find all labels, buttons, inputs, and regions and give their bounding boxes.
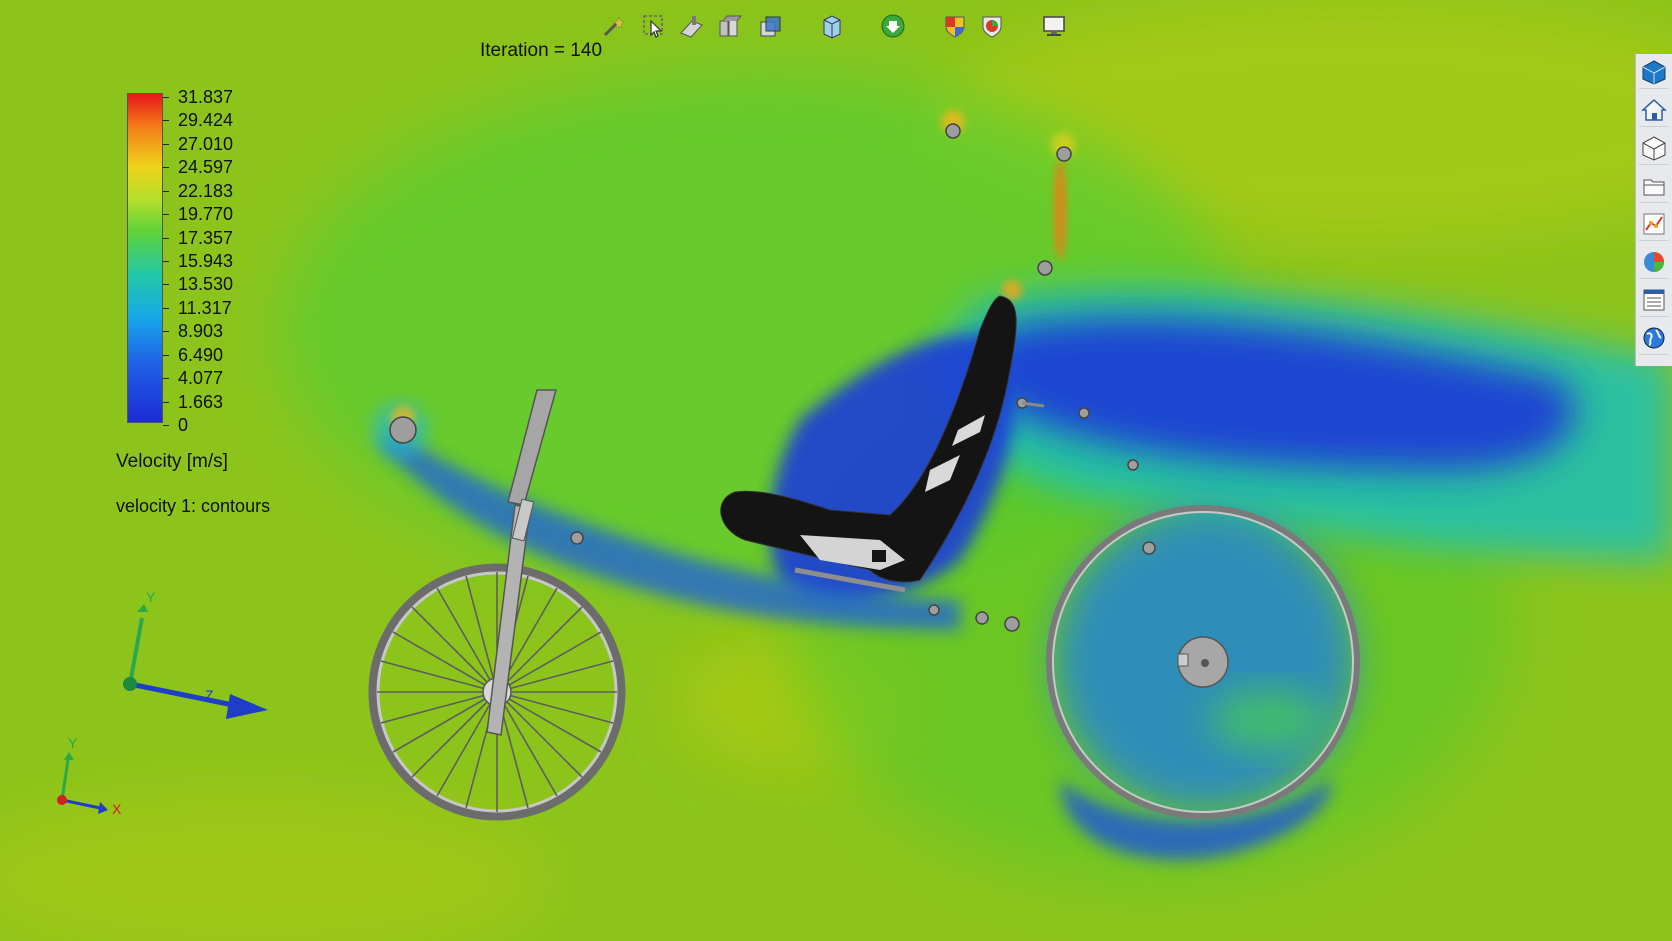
legend-tick-mark xyxy=(163,378,169,379)
legend-tick-mark xyxy=(163,425,169,426)
display-icon[interactable] xyxy=(1040,12,1068,40)
graph-icon[interactable] xyxy=(1639,208,1669,241)
legend-tick-mark xyxy=(163,402,169,403)
right-toolbar xyxy=(1635,54,1672,366)
legend-tick-label: 17.357 xyxy=(178,228,234,248)
legend-tick-label: 11.317 xyxy=(178,298,232,318)
legend-tick-mark xyxy=(163,97,169,98)
chart-badge-icon[interactable] xyxy=(978,12,1006,40)
legend-tick-label: 13.530 xyxy=(178,274,234,294)
legend-tick-mark xyxy=(163,261,169,262)
download-icon[interactable] xyxy=(879,12,907,40)
legend-subtitle: velocity 1: contours xyxy=(116,496,271,516)
plane-icon[interactable] xyxy=(677,12,705,40)
legend-tick-label: 15.943 xyxy=(178,251,234,271)
legend-color-bar xyxy=(127,93,163,423)
pie-chart-icon[interactable] xyxy=(1639,246,1669,279)
legend-tick-mark xyxy=(163,331,169,332)
legend-tick-label: 29.424 xyxy=(178,110,234,130)
copy-view-icon[interactable] xyxy=(756,12,784,40)
velocity-contour-plot: Y Z Y X xyxy=(0,0,1672,941)
legend-tick-mark xyxy=(163,308,169,309)
legend-tick-label: 19.770 xyxy=(178,204,234,224)
legend-tick-label: 24.597 xyxy=(178,157,234,177)
legend-tick-mark xyxy=(163,167,169,168)
triad-small-y-label: Y xyxy=(68,735,78,751)
cube-icon[interactable] xyxy=(1639,56,1669,89)
triad-large-y-label: Y xyxy=(146,589,156,605)
legend-tick-mark xyxy=(163,214,169,215)
cfd-viewport[interactable]: Y Z Y X xyxy=(0,0,1672,941)
magic-wand-icon[interactable] xyxy=(600,12,628,40)
legend-tick-label: 22.183 xyxy=(178,181,234,201)
home-icon[interactable] xyxy=(1639,94,1669,127)
legend-tick-label: 0 xyxy=(178,415,189,435)
section-view-icon[interactable] xyxy=(716,12,744,40)
legend-tick-label: 4.077 xyxy=(178,368,224,388)
legend-title: Velocity [m/s] xyxy=(116,451,228,472)
legend-tick-label: 27.010 xyxy=(178,134,234,154)
legend-tick-label: 6.490 xyxy=(178,345,224,365)
legend-tick-mark xyxy=(163,120,169,121)
legend-tick-label: 31.837 xyxy=(178,87,234,107)
legend-tick-mark xyxy=(163,144,169,145)
top-toolbar xyxy=(0,0,1672,56)
legend-tick-label: 8.903 xyxy=(178,321,224,341)
box-view-icon[interactable] xyxy=(818,12,846,40)
legend-tick-mark xyxy=(163,238,169,239)
legend-tick-mark xyxy=(163,191,169,192)
folder-icon[interactable] xyxy=(1639,170,1669,203)
legend-tick-mark xyxy=(163,355,169,356)
select-icon[interactable] xyxy=(640,12,668,40)
wireframe-cube-icon[interactable] xyxy=(1639,132,1669,165)
globe-icon[interactable] xyxy=(1639,322,1669,355)
legend-tick-mark xyxy=(163,284,169,285)
shield-badge-icon[interactable] xyxy=(941,12,969,40)
list-icon[interactable] xyxy=(1639,284,1669,317)
legend-tick-label: 1.663 xyxy=(178,392,224,412)
triad-large-z-label: Z xyxy=(205,687,214,703)
triad-small-x-label: X xyxy=(112,801,122,817)
